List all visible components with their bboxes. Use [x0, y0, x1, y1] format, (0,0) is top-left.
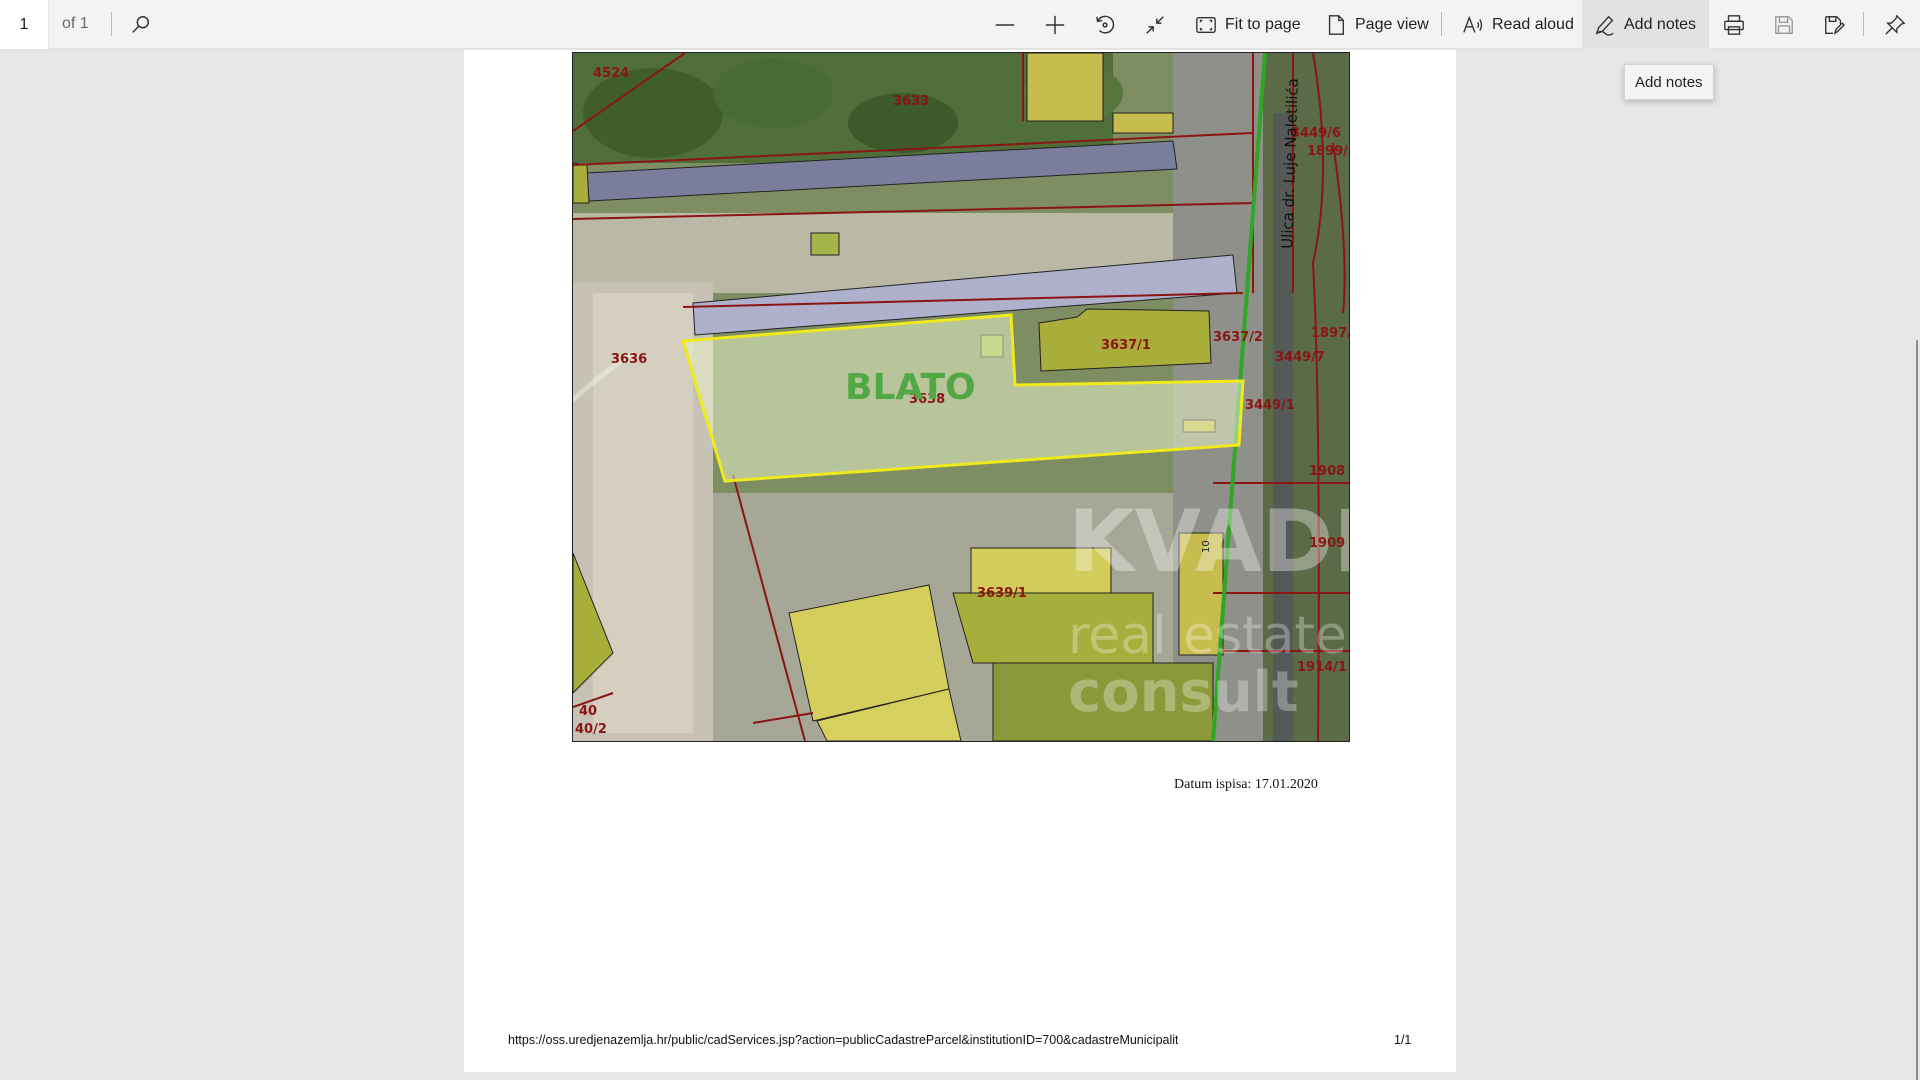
search-icon[interactable]	[124, 8, 158, 42]
parcel-label: 3637/1	[1101, 338, 1151, 353]
add-notes-label: Add notes	[1624, 15, 1697, 33]
toolbar: 1 of 1 Fit to page Page view Read aloud …	[0, 0, 1920, 49]
footer-url: https://oss.uredjenazemlja.hr/public/cad…	[508, 1033, 1178, 1047]
save-as-icon[interactable]	[1817, 8, 1851, 42]
add-notes-button[interactable]: Add notes	[1582, 0, 1709, 49]
print-icon[interactable]	[1717, 8, 1751, 42]
watermark-line-2: consult	[1068, 660, 1299, 725]
read-aloud-icon	[1463, 15, 1483, 33]
aerial-map-image: KVADRAR real estate consult 4524 3633 34…	[573, 53, 1349, 741]
parcel-label: 4524	[593, 66, 629, 81]
page-view-button[interactable]: Page view	[1313, 0, 1441, 49]
scrollbar-thumb[interactable]	[1916, 340, 1918, 1080]
footer-page-number: 1/1	[1394, 1033, 1412, 1047]
save-icon[interactable]	[1767, 8, 1801, 42]
parcel-label: 1914/1	[1297, 660, 1347, 675]
document-page: KVADRAR real estate consult 4524 3633 34…	[464, 50, 1456, 1072]
parcel-label: 3637/2	[1213, 330, 1263, 345]
toolbar-divider	[1441, 12, 1442, 36]
parcel-label: 1897/	[1311, 326, 1349, 341]
zoom-in-icon[interactable]	[1038, 8, 1072, 42]
page-number-input[interactable]: 1	[0, 0, 49, 49]
zoom-out-icon[interactable]	[988, 8, 1022, 42]
parcel-label: 3449/1	[1245, 398, 1295, 413]
parcel-label: 1909	[1309, 536, 1345, 551]
building-number: 10	[1201, 540, 1212, 553]
collapse-icon[interactable]	[1138, 8, 1172, 42]
vertical-scrollbar[interactable]	[1904, 50, 1920, 1080]
pen-icon	[1595, 15, 1614, 36]
print-date: Datum ispisa: 17.01.2020	[1174, 777, 1318, 792]
cadastral-map: KVADRAR real estate consult 4524 3633 34…	[572, 52, 1350, 742]
fit-to-page-label: Fit to page	[1225, 15, 1301, 33]
parcel-label: 40	[579, 704, 597, 719]
parcel-label: 3636	[611, 352, 647, 367]
pin-icon[interactable]	[1878, 8, 1912, 42]
parcel-label: 1899/	[1307, 144, 1348, 159]
parcel-label: 3639/1	[977, 586, 1027, 601]
fit-to-page-icon	[1196, 16, 1216, 33]
parcel-label: 40/2	[575, 722, 607, 737]
fit-to-page-button[interactable]: Fit to page	[1183, 0, 1313, 49]
watermark-line-1: real estate	[1068, 606, 1347, 666]
read-aloud-label: Read aloud	[1492, 15, 1574, 33]
blato-label: BLATO	[845, 367, 976, 408]
parcel-label: 1908	[1309, 464, 1345, 479]
parcel-label: 3633	[893, 94, 929, 109]
page-count: of 1	[62, 15, 89, 32]
page-view-icon	[1328, 14, 1345, 35]
read-aloud-button[interactable]: Read aloud	[1450, 0, 1586, 49]
toolbar-divider	[1863, 12, 1864, 36]
rotate-icon[interactable]	[1088, 8, 1122, 42]
add-notes-tooltip: Add notes	[1624, 64, 1714, 100]
toolbar-divider	[111, 12, 112, 36]
page-view-label: Page view	[1355, 15, 1429, 33]
parcel-label: 3449/7	[1275, 350, 1325, 365]
